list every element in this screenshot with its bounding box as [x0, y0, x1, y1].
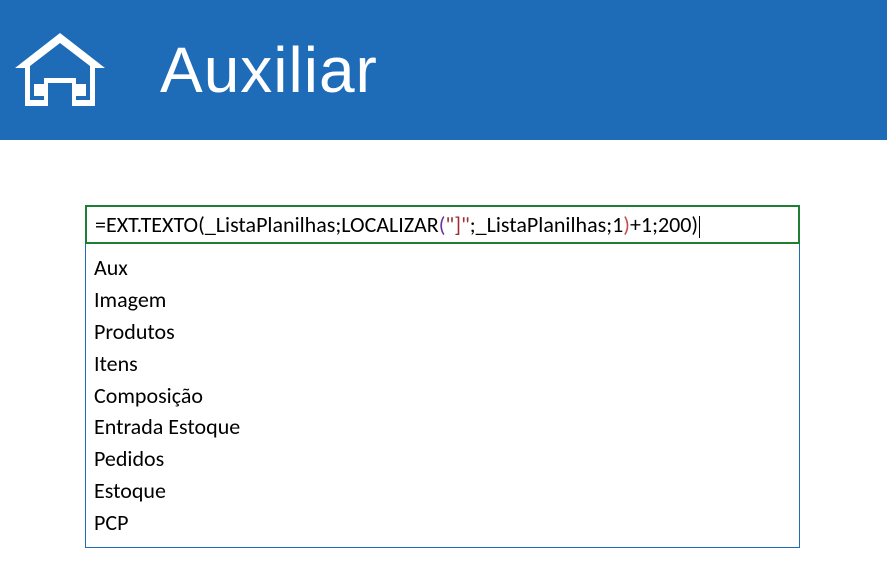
content-area: =EXT.TEXTO(_ListaPlanilhas;LOCALIZAR("]"… — [0, 140, 887, 548]
formula-text: =EXT.TEXTO(_ListaPlanilhas;LOCALIZAR("]"… — [95, 211, 698, 238]
list-item[interactable]: Produtos — [94, 316, 791, 348]
home-icon[interactable] — [10, 28, 110, 113]
text-cursor — [699, 216, 700, 238]
list-item[interactable]: PCP — [94, 507, 791, 539]
list-item[interactable]: Aux — [94, 252, 791, 284]
page-header: Auxiliar — [0, 0, 887, 140]
formula-cell[interactable]: =EXT.TEXTO(_ListaPlanilhas;LOCALIZAR("]"… — [85, 205, 800, 244]
list-item[interactable]: Pedidos — [94, 443, 791, 475]
list-item[interactable]: Entrada Estoque — [94, 411, 791, 443]
page-title: Auxiliar — [160, 33, 378, 107]
list-item[interactable]: Composição — [94, 380, 791, 412]
list-item[interactable]: Estoque — [94, 475, 791, 507]
list-item[interactable]: Imagem — [94, 284, 791, 316]
list-item[interactable]: Itens — [94, 348, 791, 380]
results-list: Aux Imagem Produtos Itens Composição Ent… — [85, 244, 800, 548]
